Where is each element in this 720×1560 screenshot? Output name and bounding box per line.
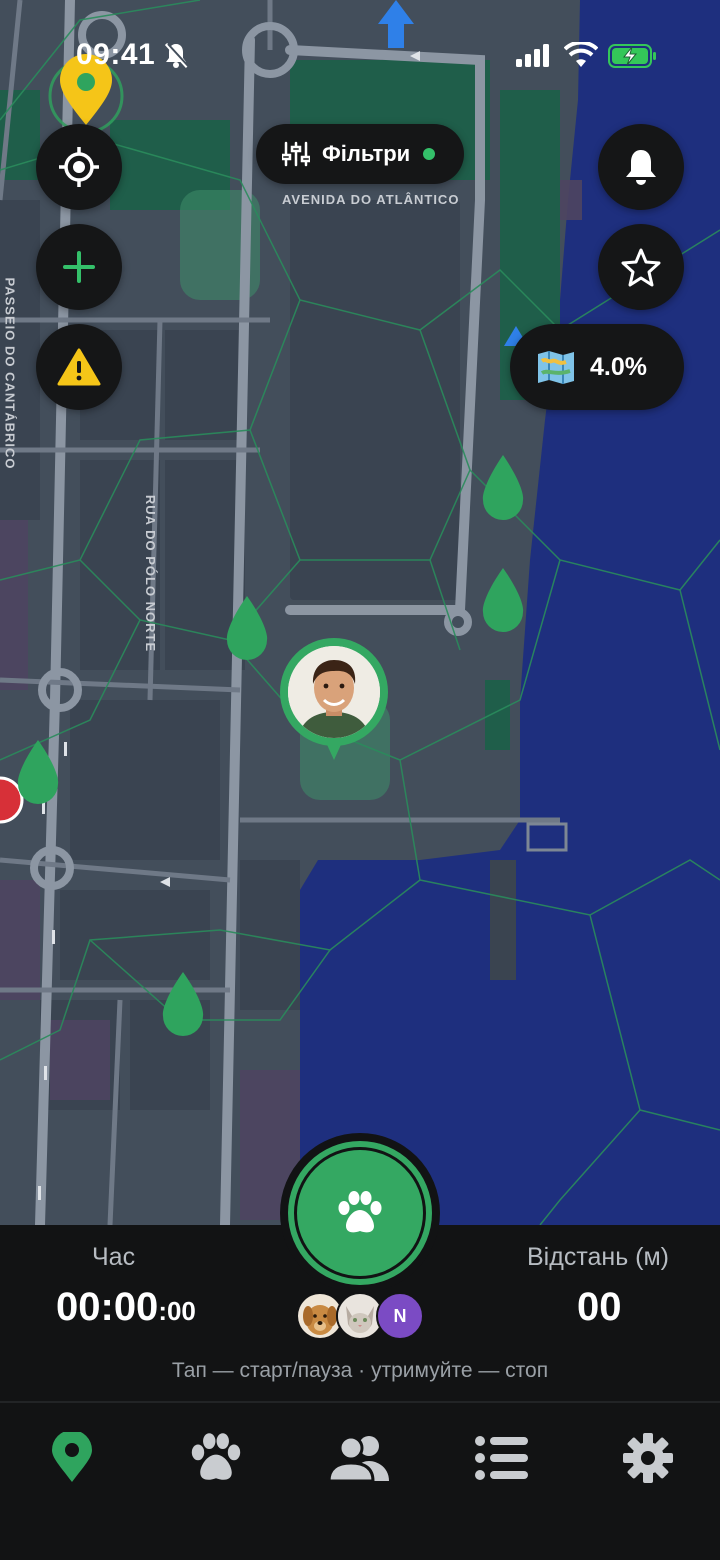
report-hazard-button[interactable] [36,324,122,410]
street-label-passeio: PASSEIO DO CANTÁBRICO [2,277,18,470]
filters-active-dot [423,148,436,160]
tab-pets[interactable] [166,1423,266,1493]
locate-me-button[interactable] [36,124,122,210]
star-icon [621,248,661,287]
start-walk-button[interactable] [288,1141,432,1285]
paw-icon [191,1433,241,1480]
crosshair-icon [59,147,99,187]
signal-icon [516,44,549,67]
tab-bar [0,1401,720,1560]
paw-icon [338,1191,382,1233]
sliders-icon [282,141,310,167]
status-time: 09:41 [76,38,156,71]
list-icon [475,1436,528,1480]
tab-list[interactable] [452,1423,552,1493]
favorites-button[interactable] [598,224,684,310]
tab-settings[interactable] [598,1423,698,1493]
bell-muted-icon [164,42,190,69]
avatar [288,646,380,738]
coverage-value: 4.0% [590,352,647,381]
users-icon [327,1435,389,1483]
start-button-wrap [280,1133,440,1293]
add-button[interactable] [36,224,122,310]
bell-icon [626,150,656,185]
tracker-hint: Тап — старт/пауза · утримуйте — стоп [171,1359,549,1382]
time-value: 00:00:00 [56,1285,196,1330]
time-label: Час [92,1243,136,1271]
street-label-rua: RUA DO PÓLO NORTE [143,494,159,653]
location-pin-icon [52,1432,92,1482]
time-main: 00:00 [56,1285,159,1329]
distance-value: 00 [577,1285,622,1329]
tab-map[interactable] [22,1423,122,1493]
coverage-button[interactable]: 4.0% [510,324,684,410]
warning-icon [57,348,101,386]
status-bar: 09:41 [0,0,720,110]
pet-avatar-initial[interactable]: N [376,1292,424,1340]
map-icon [538,351,574,384]
distance-label: Відстань (м) [527,1243,670,1271]
filters-button[interactable]: Фільтри [256,124,464,184]
battery-charging-icon [608,44,656,68]
user-avatar-pin[interactable] [280,638,388,762]
street-label-avenida: AVENIDA DO ATLÂNTICO [282,192,460,207]
gear-icon [623,1433,673,1483]
filters-label: Фільтри [322,141,411,166]
selected-pets[interactable]: N [296,1292,426,1340]
plus-icon [63,251,95,283]
time-fraction: :00 [158,1296,196,1326]
tab-friends[interactable] [310,1423,410,1493]
wifi-icon [564,42,598,67]
notifications-button[interactable] [598,124,684,210]
